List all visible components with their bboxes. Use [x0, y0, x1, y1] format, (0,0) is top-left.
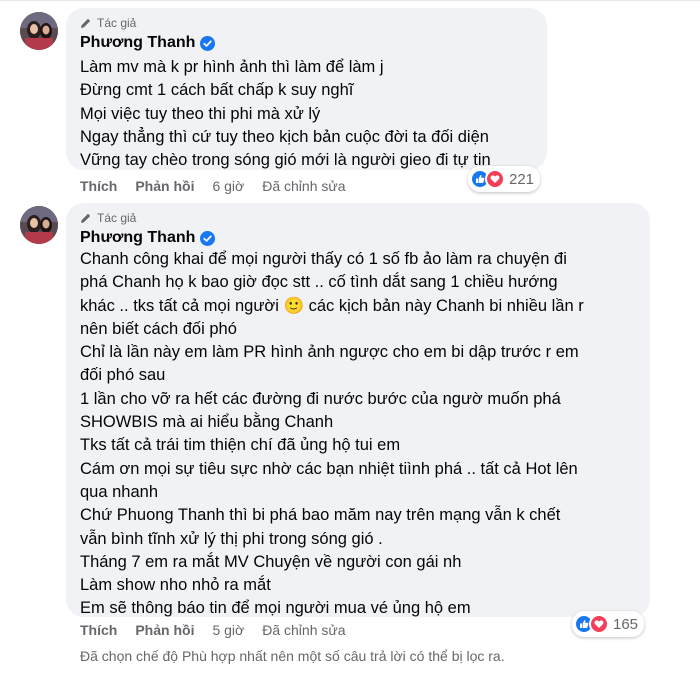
comment-line: Ngay thẳng thì cứ tuy theo kịch bản cuộc… — [80, 127, 489, 146]
comment-text: Chanh công khai để mọi người thấy có 1 s… — [80, 248, 636, 621]
author-name[interactable]: Phương Thanh — [80, 34, 216, 52]
comment-line: Em sẽ thông báo tin để mọi người mua vé … — [80, 599, 471, 618]
reaction-summary[interactable]: 165 — [572, 611, 645, 637]
avatar[interactable] — [20, 12, 58, 50]
pencil-icon — [81, 213, 91, 223]
comment-line: đối phó sau — [80, 366, 166, 385]
comment-line: nên biết cách đối phó — [80, 319, 237, 338]
comment-line: 1 lần cho vỡ ra hết các đường đi nước bư… — [80, 389, 561, 408]
reply-button[interactable]: Phản hồi — [135, 622, 194, 638]
comment-bubble: Tác giả Phương Thanh Làm mv mà k pr hình… — [66, 8, 547, 170]
comment-line: SHOWBIS mà ai hiểu bằng Chanh — [80, 413, 334, 432]
avatar-image — [20, 206, 58, 244]
avatar-image — [20, 12, 58, 50]
comment-line: Mọi việc tuy theo thi phi mà xử lý — [80, 104, 321, 123]
comment-bubble: Tác giả Phương Thanh Chanh công khai để … — [66, 203, 650, 617]
edited-label[interactable]: Đã chỉnh sửa — [262, 178, 345, 194]
comment-line: Vững tay chèo trong sóng gió mới là ngườ… — [80, 151, 491, 170]
timestamp[interactable]: 5 giờ — [212, 622, 244, 638]
edited-label[interactable]: Đã chỉnh sửa — [262, 622, 345, 638]
comment-line: Chanh công khai để mọi người thấy có 1 s… — [80, 250, 567, 268]
verified-badge-icon — [200, 230, 216, 246]
comment-actions: Thích Phản hồi 6 giờ Đã chỉnh sửa — [80, 178, 364, 194]
author-name[interactable]: Phương Thanh — [80, 229, 216, 247]
author-badge: Tác giả — [80, 16, 136, 30]
comment-line: qua nhanh — [80, 482, 158, 501]
love-reaction-icon — [589, 614, 609, 634]
reply-button[interactable]: Phản hồi — [135, 178, 194, 194]
avatar[interactable] — [20, 206, 58, 244]
filter-notice: Đã chọn chế độ Phù hợp nhất nên một số c… — [80, 648, 505, 664]
comment-line: Tháng 7 em ra mắt MV Chuyện về người con… — [80, 552, 462, 571]
author-badge: Tác giả — [80, 211, 136, 225]
comment-line: Cám ơn mọi sự tiêu sực nhờ các bạn nhiệt… — [80, 459, 578, 478]
reaction-count: 221 — [509, 170, 535, 188]
like-button[interactable]: Thích — [80, 622, 117, 638]
comment-line: phá Chanh họ k bao giờ đọc stt .. cố tìn… — [80, 273, 558, 292]
comment-actions: Thích Phản hồi 5 giờ Đã chỉnh sửa — [80, 622, 364, 638]
reaction-summary[interactable]: 221 — [468, 166, 541, 192]
comment-line: Chứ Phuong Thanh thì bi phá bao măm nay … — [80, 506, 561, 525]
comment-line: khác .. tks tất cả mọi người 🙂 các kịch … — [80, 296, 584, 315]
like-button[interactable]: Thích — [80, 178, 117, 194]
comment-text: Làm mv mà k pr hình ảnh thì làm để làm j… — [80, 56, 533, 172]
comment-line: Làm mv mà k pr hình ảnh thì làm để làm j — [80, 58, 384, 76]
pencil-icon — [81, 18, 91, 28]
reaction-count: 165 — [613, 615, 639, 633]
comment-line: vẫn bình tĩnh xử lý thị phi trong sóng g… — [80, 529, 383, 548]
verified-badge-icon — [200, 35, 216, 51]
love-reaction-icon — [485, 169, 505, 189]
timestamp[interactable]: 6 giờ — [212, 178, 244, 194]
comment-line: Làm show nho nhỏ ra mắt — [80, 576, 271, 595]
comment-line: Đừng cmt 1 cách bất chấp k suy nghĩ — [80, 81, 354, 100]
top-divider — [0, 0, 700, 1]
comment-line: Chỉ là lần này em làm PR hình ảnh ngược … — [80, 343, 579, 362]
comment-line: Tks tất cả trái tim thiện chí đã ủng hộ … — [80, 436, 401, 455]
